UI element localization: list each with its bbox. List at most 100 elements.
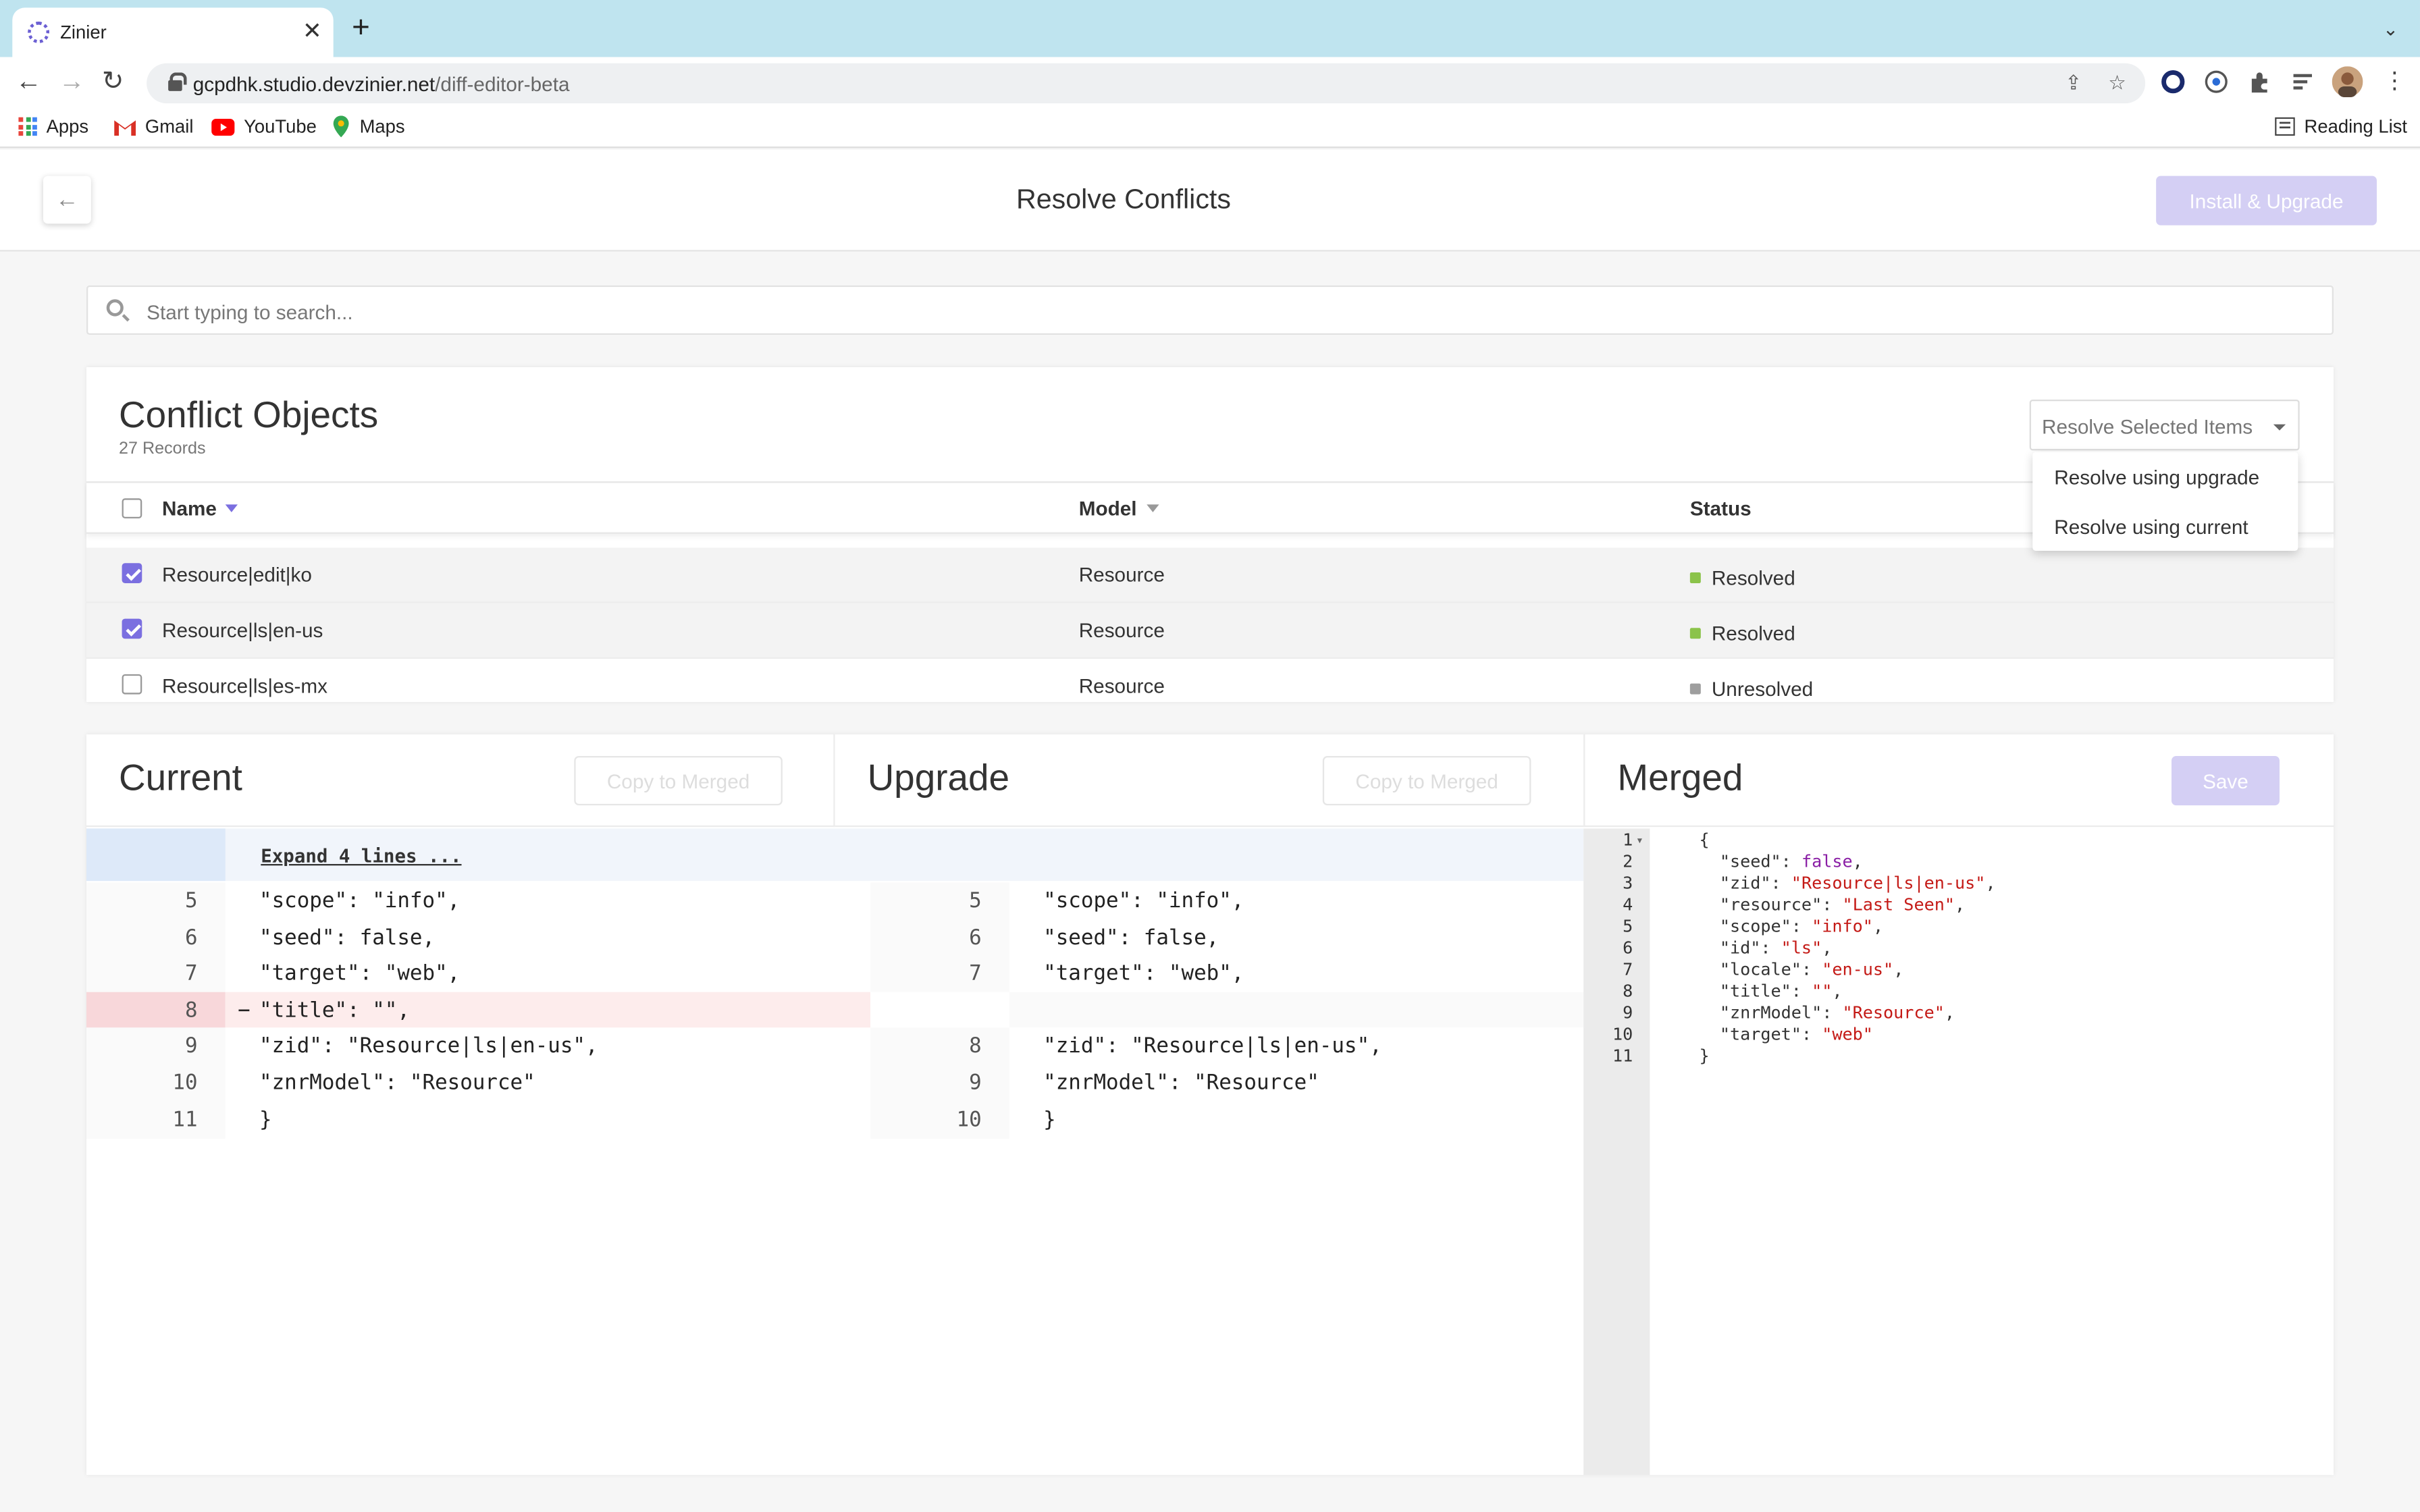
fold-caret-icon[interactable]: ▾ — [1636, 830, 1643, 852]
bookmark-youtube[interactable]: YouTube — [211, 115, 317, 137]
line-text: "resource": "Last Seen", — [1699, 894, 1966, 915]
tab-title: Zinier — [60, 21, 107, 43]
resolve-dropdown-menu: Resolve using upgrade Resolve using curr… — [2032, 452, 2298, 551]
line-number: 9 — [969, 1071, 982, 1096]
row-checkbox[interactable] — [122, 674, 142, 695]
bookmark-apps[interactable]: Apps — [18, 115, 88, 137]
line-number: 2 — [1623, 851, 1633, 872]
column-status: Status — [1690, 497, 1752, 520]
column-model[interactable]: Model — [1079, 497, 1159, 520]
diff-line: 9 "znrModel": "Resource" — [870, 1064, 1584, 1102]
conflict-objects-title: Conflict Objects — [118, 395, 379, 437]
maps-pin-icon — [333, 115, 349, 138]
status-badge: Unresolved — [1689, 677, 1814, 701]
row-model: Resource — [1078, 674, 1165, 698]
search-icon — [106, 299, 124, 317]
address-bar[interactable]: gcpdhk.studio.devzinier.net/diff-editor-… — [147, 63, 2146, 104]
row-name: Resource|ls|en-us — [161, 618, 323, 642]
browser-menu-icon[interactable]: ⋮ — [2383, 66, 2406, 97]
merged-line: 4 "resource": "Last Seen", — [86, 895, 2334, 917]
reading-list-label: Reading List — [2304, 115, 2408, 138]
row-checkbox[interactable] — [122, 618, 142, 639]
column-status-label: Status — [1689, 496, 1752, 520]
reading-list[interactable]: Reading List — [2275, 115, 2407, 137]
sort-caret-icon — [226, 504, 238, 512]
reading-mode-icon[interactable] — [2290, 70, 2315, 94]
merged-line: 7 "locale": "en-us", — [86, 960, 2334, 981]
status-label: Unresolved — [1711, 677, 1814, 701]
conflict-objects-card: Conflict Objects 27 Records Resolve Sele… — [86, 367, 2334, 702]
merged-panel-header: Merged Save — [1583, 734, 2334, 828]
merged-line: 9 "znrModel": "Resource", — [86, 1003, 2334, 1025]
resolve-using-current-option[interactable]: Resolve using current — [2054, 515, 2248, 538]
bookmark-label: Maps — [359, 115, 405, 138]
line-code-bg — [225, 1101, 871, 1138]
line-text: } — [1043, 1107, 1056, 1132]
row-name: Resource|ls|es-mx — [161, 674, 327, 698]
status-badge: Resolved — [1689, 622, 1795, 645]
current-panel-header: Current Copy to Merged — [86, 734, 835, 828]
select-all-checkbox[interactable] — [122, 498, 142, 518]
column-name[interactable]: Name — [162, 497, 238, 520]
upgrade-title: Upgrade — [867, 757, 1009, 799]
bookmark-star-icon[interactable]: ☆ — [2108, 71, 2126, 96]
line-number: 9 — [1623, 1002, 1633, 1023]
table-header: Name Model Status — [86, 481, 2334, 534]
merged-title: Merged — [1617, 757, 1743, 799]
app-header: ← Resolve Conflicts Install & Upgrade — [0, 149, 2420, 252]
share-icon[interactable]: ⇪ — [2065, 71, 2082, 96]
back-arrow-icon[interactable]: ← — [16, 66, 42, 97]
bookmark-label: Apps — [46, 115, 89, 138]
status-badge: Resolved — [1689, 566, 1795, 589]
extension-g-icon[interactable] — [2204, 70, 2229, 94]
save-button[interactable]: Save — [2171, 755, 2280, 806]
merged-line: 3 "zid": "Resource|ls|en-us", — [86, 873, 2334, 895]
current-copy-to-merged-button[interactable]: Copy to Merged — [574, 755, 783, 806]
resolve-using-upgrade-option[interactable]: Resolve using upgrade — [2054, 466, 2259, 489]
extension-ring-icon[interactable] — [2161, 70, 2186, 94]
browser-tabstrip: Zinier ✕ + ⌄ — [0, 0, 2420, 57]
row-checkbox[interactable] — [122, 563, 142, 583]
profile-avatar[interactable] — [2332, 66, 2363, 97]
forward-arrow-icon[interactable]: → — [59, 66, 85, 97]
browser-tab[interactable]: Zinier ✕ — [12, 7, 334, 57]
close-tab-icon[interactable]: ✕ — [302, 17, 322, 45]
resolve-selected-dropdown[interactable]: Resolve Selected Items — [2029, 399, 2300, 451]
line-text: "znrModel": "Resource", — [1699, 1002, 1955, 1023]
search-bar — [86, 285, 2334, 335]
line-number: 8 — [1623, 981, 1633, 1002]
line-text: { — [1699, 830, 1710, 850]
install-upgrade-button[interactable]: Install & Upgrade — [2156, 176, 2377, 225]
resolve-selected-label: Resolve Selected Items — [2041, 414, 2253, 439]
line-text: } — [259, 1107, 272, 1132]
search-input[interactable] — [147, 296, 2308, 327]
line-number: 10 — [172, 1071, 198, 1096]
gmail-icon — [114, 119, 136, 135]
line-number: 10 — [956, 1107, 982, 1132]
merged-line: 1 ▾ { — [86, 830, 2334, 852]
table-row[interactable]: Resource|ls|en-us Resource Resolved — [86, 603, 2334, 659]
row-name: Resource|edit|ko — [161, 563, 312, 587]
bookmark-gmail[interactable]: Gmail — [114, 115, 193, 137]
bookmarks-bar: Apps Gmail YouTube Maps Reading List — [0, 107, 2420, 148]
line-code-bg — [1009, 1101, 1584, 1138]
line-number: 7 — [1623, 959, 1633, 980]
line-number: 6 — [1623, 938, 1633, 959]
table-row[interactable]: Resource|edit|ko Resource Resolved — [86, 547, 2334, 603]
row-model: Resource — [1078, 563, 1165, 587]
extensions-puzzle-icon[interactable] — [2247, 70, 2272, 94]
table-row[interactable]: Resource|ls|es-mx Resource Unresolved — [86, 659, 2334, 702]
upgrade-copy-to-merged-button[interactable]: Copy to Merged — [1322, 755, 1531, 806]
tab-search-chevron-icon[interactable]: ⌄ — [2383, 18, 2398, 40]
lock-icon — [168, 72, 187, 91]
line-number: 4 — [1623, 894, 1633, 915]
browser-toolbar: ← → ↻ gcpdhk.studio.devzinier.net/diff-e… — [0, 57, 2420, 108]
bookmark-maps[interactable]: Maps — [332, 115, 405, 138]
current-title: Current — [118, 757, 242, 799]
line-text: "scope": "info", — [1699, 916, 1884, 937]
reading-list-icon — [2275, 117, 2295, 136]
column-name-label: Name — [161, 496, 217, 520]
new-tab-icon[interactable]: + — [352, 12, 370, 43]
reload-icon[interactable]: ↻ — [102, 66, 124, 97]
caret-down-icon — [2273, 424, 2286, 431]
